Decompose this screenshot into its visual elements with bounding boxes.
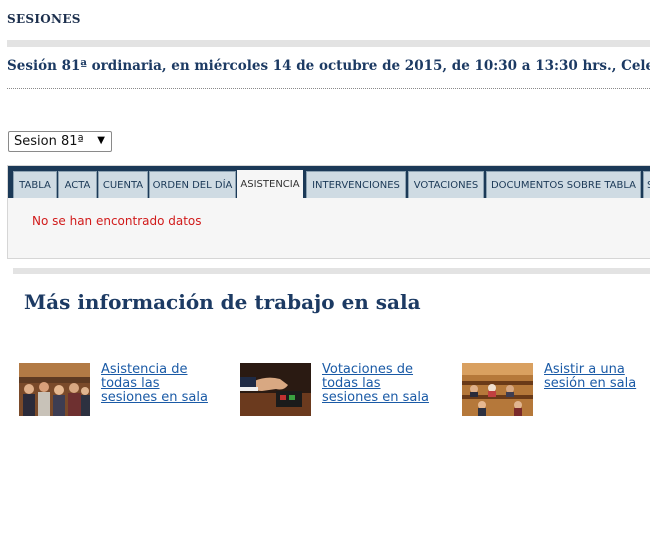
session-select[interactable]: Sesion 81ª ▼ xyxy=(8,131,112,152)
tab-asistencia[interactable]: ASISTENCIA xyxy=(237,170,303,198)
tab-cuenta[interactable]: CUENTA xyxy=(98,171,148,198)
more-info-card-attend-session: Asistir a una sesión en sala xyxy=(462,363,650,419)
chamber-seats-photo-icon[interactable] xyxy=(462,363,533,416)
divider-bar xyxy=(7,40,650,47)
tab-bar: TABLA ACTA CUENTA ORDEN DEL DÍA ASISTENC… xyxy=(8,166,650,198)
tab-documentos-sobre-tabla[interactable]: DOCUMENTOS SOBRE TABLA xyxy=(486,171,641,198)
session-select-value: Sesion 81ª xyxy=(14,134,84,149)
no-data-message: No se han encontrado datos xyxy=(32,214,202,228)
section-title: SESIONES xyxy=(7,12,81,26)
divider-bar xyxy=(13,268,650,274)
attendance-link[interactable]: Asistencia de todas las sesiones en sala xyxy=(101,363,219,405)
dotted-divider xyxy=(7,88,650,89)
session-hall-photo-icon[interactable] xyxy=(19,363,90,416)
more-info-title: Más información de trabajo en sala xyxy=(24,290,421,314)
tab-acta[interactable]: ACTA xyxy=(58,171,97,198)
tab-panel: TABLA ACTA CUENTA ORDEN DEL DÍA ASISTENC… xyxy=(7,165,650,259)
dropdown-arrow-icon: ▼ xyxy=(97,135,105,146)
voting-hand-photo-icon[interactable] xyxy=(240,363,311,416)
votes-link[interactable]: Votaciones de todas las sesiones en sala xyxy=(322,363,440,405)
more-info-card-attendance: Asistencia de todas las sesiones en sala xyxy=(19,363,219,419)
session-heading: Sesión 81ª ordinaria, en miércoles 14 de… xyxy=(7,58,650,74)
tab-votaciones[interactable]: VOTACIONES xyxy=(408,171,484,198)
tab-tabla[interactable]: TABLA xyxy=(13,171,57,198)
tab-orden-del-dia[interactable]: ORDEN DEL DÍA xyxy=(149,171,236,198)
attend-session-link[interactable]: Asistir a una sesión en sala xyxy=(544,363,650,391)
tab-intervenciones[interactable]: INTERVENCIONES xyxy=(306,171,406,198)
tab-overflow[interactable]: S xyxy=(643,171,650,198)
more-info-card-votes: Votaciones de todas las sesiones en sala xyxy=(240,363,440,419)
